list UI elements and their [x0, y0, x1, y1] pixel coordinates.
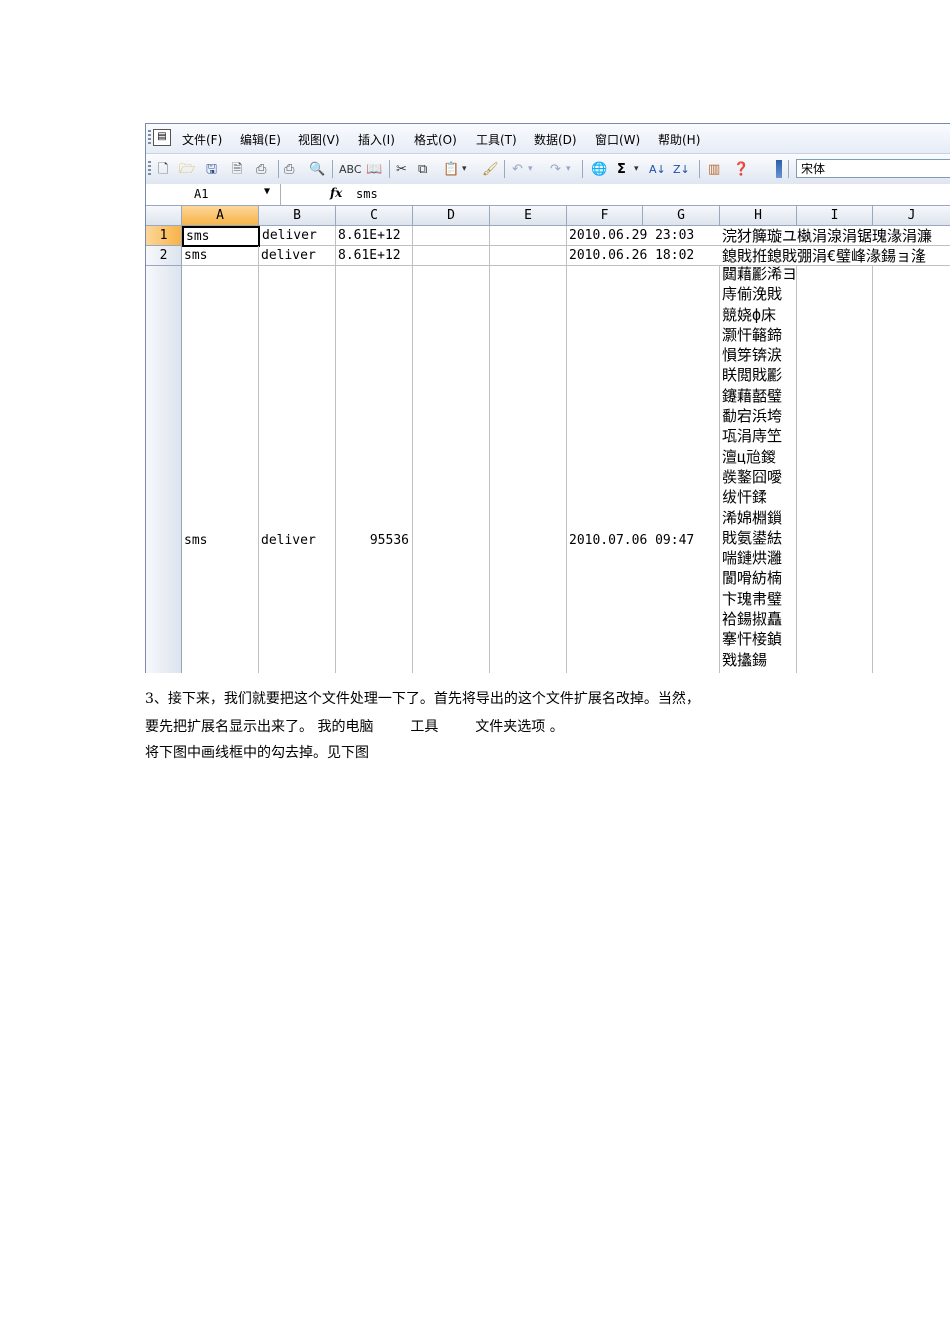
help-icon[interactable]: ❓: [733, 162, 749, 177]
undo-icon[interactable]: ↶: [512, 162, 523, 177]
print-preview-icon[interactable]: ⎙: [284, 162, 294, 177]
paragraph-step3: 3、接下来，我们就要把这个文件处理一下了。首先将导出的这个文件扩展名改掉。当然，: [145, 691, 700, 707]
col-header-f[interactable]: F: [567, 206, 643, 226]
col-header-c[interactable]: C: [336, 206, 413, 226]
autosum-icon[interactable]: Σ: [617, 162, 626, 177]
menu-window[interactable]: 窗口(W): [595, 131, 640, 148]
insert-function-icon[interactable]: fx: [330, 186, 342, 200]
col-header-a[interactable]: A: [182, 206, 259, 226]
paste-icon[interactable]: 📋: [443, 162, 459, 177]
redo-icon[interactable]: ↷: [550, 162, 561, 177]
cell-d1[interactable]: [413, 226, 490, 246]
cell-a2[interactable]: sms: [182, 246, 259, 266]
name-box-dropdown-icon[interactable]: ▼: [264, 186, 270, 197]
new-icon[interactable]: 🗋: [158, 162, 168, 177]
save-icon[interactable]: 🖫: [206, 162, 217, 177]
cell-h2[interactable]: 鎴戝拰鎴戝弸涓€璧峰湪鍚ョ湰: [720, 246, 950, 266]
cell-f3[interactable]: 2010.07.06 09:47: [567, 531, 720, 551]
cell-f2[interactable]: 2010.06.26 18:02: [567, 246, 720, 266]
col-header-g[interactable]: G: [643, 206, 720, 226]
name-box[interactable]: A1 ▼: [146, 184, 281, 205]
autosum-dropdown-icon[interactable]: ▾: [634, 162, 639, 177]
menu-help[interactable]: 帮助(H): [658, 131, 700, 148]
cell-b2[interactable]: deliver: [259, 246, 336, 266]
workbook-icon[interactable]: ▤: [153, 129, 171, 146]
col-header-b[interactable]: B: [259, 206, 336, 226]
row-header-1[interactable]: 1: [146, 226, 182, 246]
cell-a1[interactable]: sms: [182, 226, 260, 247]
col-header-e[interactable]: E: [490, 206, 567, 226]
cut-icon[interactable]: ✂: [396, 162, 407, 177]
font-name-select[interactable]: 宋体: [796, 159, 950, 178]
excel-screenshot: ▤ 文件(F) 编辑(E) 视图(V) 插入(I) 格式(O) 工具(T) 数据…: [145, 123, 950, 673]
menu-insert[interactable]: 插入(I): [358, 131, 395, 148]
format-painter-icon[interactable]: 🖌: [482, 162, 499, 177]
paragraph-show-extension: 要先把扩展名显示出来了。 我的电脑 工具 文件夹选项 。: [145, 719, 564, 735]
cell-c2[interactable]: 8.61E+12: [336, 246, 413, 266]
toolbar-grip-icon: [148, 161, 151, 177]
cell-d2[interactable]: [413, 246, 490, 266]
menu-format[interactable]: 格式(O): [414, 131, 457, 148]
sort-descending-icon[interactable]: Z↓: [673, 162, 690, 177]
col-header-h[interactable]: H: [720, 206, 797, 226]
col-header-j[interactable]: J: [873, 206, 950, 226]
cell-a3[interactable]: sms: [182, 531, 259, 551]
name-box-value: A1: [194, 187, 209, 201]
spelling-icon[interactable]: ABC: [339, 162, 362, 177]
cell-c3[interactable]: 95536: [336, 531, 411, 551]
research-icon[interactable]: 📖: [366, 162, 382, 177]
magnify-icon[interactable]: 🔍: [309, 162, 325, 177]
select-all-corner[interactable]: [146, 206, 182, 226]
print-icon[interactable]: ⎙: [256, 162, 266, 177]
row-header-2[interactable]: 2: [146, 246, 182, 266]
menu-tools[interactable]: 工具(T): [476, 131, 517, 148]
formula-bar: A1 ▼ fx sms: [146, 184, 950, 206]
col-header-i[interactable]: I: [797, 206, 873, 226]
open-icon[interactable]: 🗁: [179, 162, 195, 177]
cell-h1[interactable]: 浣犲簲璇ユ槸涓湶涓锯瑰湪涓濂: [720, 226, 950, 246]
row-header-3[interactable]: [146, 266, 182, 673]
menu-file[interactable]: 文件(F): [182, 131, 222, 148]
menu-edit[interactable]: 编辑(E): [240, 131, 281, 148]
cell-b3[interactable]: deliver: [259, 531, 336, 551]
sort-ascending-icon[interactable]: A↓: [649, 162, 666, 177]
paragraph-uncheck: 将下图中画线框中的勾去掉。见下图: [145, 745, 369, 761]
undo-dropdown-icon[interactable]: ▾: [528, 162, 533, 177]
permission-icon[interactable]: 🗎: [232, 162, 242, 177]
menu-data[interactable]: 数据(D): [534, 131, 577, 148]
redo-dropdown-icon[interactable]: ▾: [566, 162, 571, 177]
menu-grip-icon: [148, 130, 151, 146]
cell-h3[interactable]: 閮藉彲浠ヨ 庤偂浼戝 競娆ф床 灏忓簵鍗 愪笌锛涙 眹閲戝彲 鑳藉嚭璧 勫宕浜垮…: [722, 264, 795, 673]
cell-e1[interactable]: [490, 226, 567, 246]
col-header-d[interactable]: D: [413, 206, 490, 226]
chart-icon[interactable]: ▥: [708, 162, 720, 177]
formula-input[interactable]: sms: [356, 187, 378, 201]
standard-toolbar: 🗋 🗁 🖫 🗎 ⎙ ⎙ 🔍 ABC 📖 ✂ ⧉ 📋 ▾ 🖌 ↶ ▾ ↷ ▾ 🌐 …: [146, 154, 950, 185]
cell-f1[interactable]: 2010.06.29 23:03: [567, 226, 720, 246]
hyperlink-icon[interactable]: 🌐: [591, 162, 607, 177]
menu-view[interactable]: 视图(V): [298, 131, 340, 148]
cell-e2[interactable]: [490, 246, 567, 266]
menu-bar: ▤ 文件(F) 编辑(E) 视图(V) 插入(I) 格式(O) 工具(T) 数据…: [146, 124, 950, 154]
cell-c1[interactable]: 8.61E+12: [336, 226, 413, 246]
cell-b1[interactable]: deliver: [260, 226, 336, 246]
paste-dropdown-icon[interactable]: ▾: [462, 162, 467, 177]
copy-icon[interactable]: ⧉: [418, 162, 427, 177]
